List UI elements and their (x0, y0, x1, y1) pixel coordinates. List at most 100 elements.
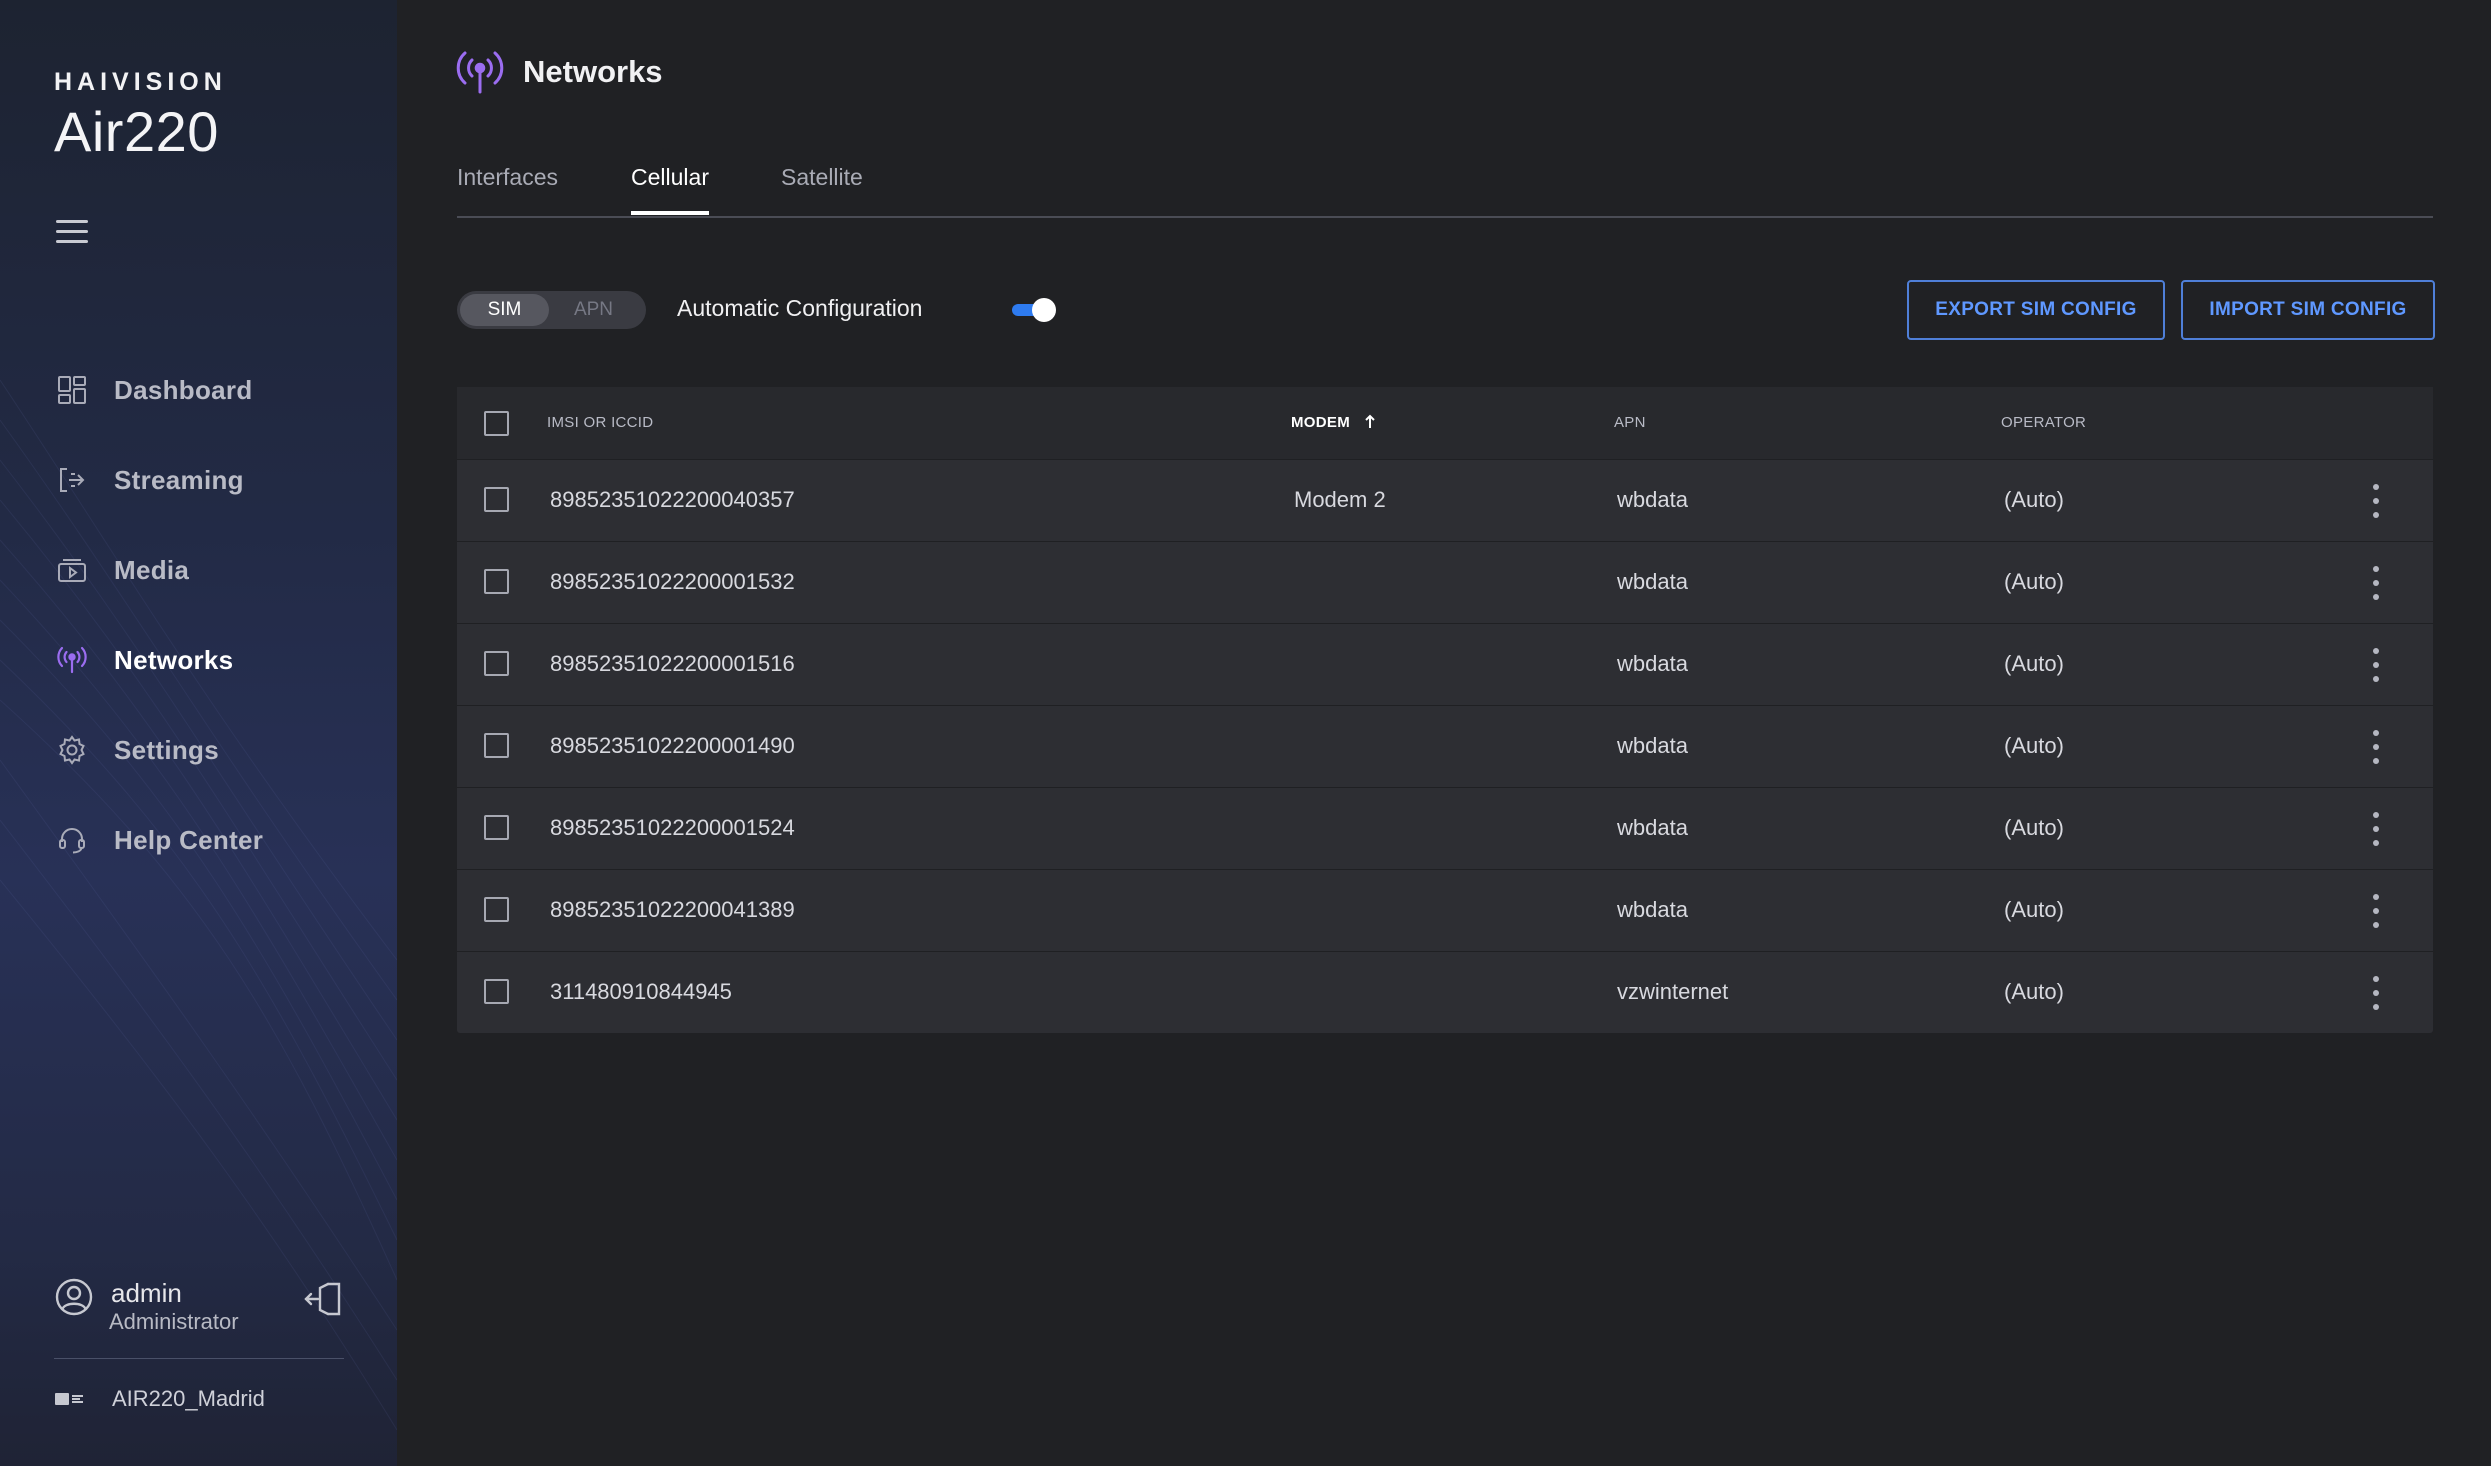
row-more-options-icon[interactable] (2362, 646, 2390, 684)
cell-operator: (Auto) (2004, 815, 2064, 840)
sim-apn-segmented-control: SIM APN (457, 291, 646, 329)
cell-apn: wbdata (1617, 569, 1688, 594)
row-more-options-icon[interactable] (2362, 974, 2390, 1012)
cell-apn: vzwinternet (1617, 979, 1729, 1004)
device-name: AIR220_Madrid (112, 1386, 265, 1411)
brand-company: HAIVISION (54, 68, 227, 96)
sidebar-item-streaming[interactable]: Streaming (0, 435, 397, 525)
row-more-options-icon[interactable] (2362, 892, 2390, 930)
segment-apn[interactable]: APN (549, 294, 638, 326)
cell-imsi: 89852351022200040357 (550, 487, 795, 512)
menu-toggle-icon[interactable] (56, 220, 88, 246)
settings-icon (56, 734, 88, 766)
user-profile: admin Administrator (54, 1275, 354, 1345)
cell-imsi: 311480910844945 (550, 979, 732, 1004)
cell-operator: (Auto) (2004, 979, 2064, 1004)
table-row[interactable]: 89852351022200001532 wbdata (Auto) (457, 542, 2433, 624)
cell-modem: Modem 2 (1294, 487, 1386, 512)
sidebar-item-label: Help Center (114, 824, 264, 855)
help-center-icon (56, 824, 88, 856)
cell-imsi: 89852351022200001516 (550, 651, 795, 676)
sidebar-item-dashboard[interactable]: Dashboard (0, 345, 397, 435)
cell-imsi: 89852351022200001490 (550, 733, 795, 758)
sidebar-item-label: Networks (114, 644, 234, 675)
sim-table: IMSI OR ICCID MODEM APN OPERATOR 8985235… (457, 387, 2433, 1033)
sidebar-item-label: Streaming (114, 464, 244, 495)
select-all-checkbox[interactable] (484, 411, 509, 436)
sidebar-divider (54, 1358, 344, 1359)
table-row[interactable]: 89852351022200040357 Modem 2 wbdata (Auto) (457, 460, 2433, 542)
sidebar-nav: Dashboard Streaming Media Networks Setti… (0, 345, 397, 885)
cell-apn: wbdata (1617, 815, 1688, 840)
row-checkbox[interactable] (484, 569, 509, 594)
cell-operator: (Auto) (2004, 897, 2064, 922)
dashboard-icon (56, 374, 88, 406)
cell-operator: (Auto) (2004, 733, 2064, 758)
column-header-apn[interactable]: APN (1614, 414, 1646, 431)
cell-apn: wbdata (1617, 897, 1688, 922)
row-more-options-icon[interactable] (2362, 482, 2390, 520)
toolbar: SIM APN Automatic Configuration EXPORT S… (457, 280, 2435, 340)
table-row[interactable]: 89852351022200001524 wbdata (Auto) (457, 788, 2433, 870)
cell-apn: wbdata (1617, 733, 1688, 758)
cell-operator: (Auto) (2004, 569, 2064, 594)
auto-config-toggle[interactable] (1012, 298, 1056, 322)
row-checkbox[interactable] (484, 487, 509, 512)
user-name: admin (111, 1278, 182, 1308)
sidebar-item-settings[interactable]: Settings (0, 705, 397, 795)
row-more-options-icon[interactable] (2362, 564, 2390, 602)
sidebar-item-media[interactable]: Media (0, 525, 397, 615)
column-header-imsi[interactable]: IMSI OR ICCID (547, 414, 653, 431)
row-checkbox[interactable] (484, 897, 509, 922)
segment-sim[interactable]: SIM (460, 294, 549, 326)
cell-imsi: 89852351022200041389 (550, 897, 795, 922)
logout-icon[interactable] (304, 1279, 344, 1319)
device-icon (54, 1389, 84, 1409)
column-header-operator[interactable]: OPERATOR (2001, 414, 2086, 431)
row-more-options-icon[interactable] (2362, 728, 2390, 766)
auto-config-label: Automatic Configuration (677, 295, 923, 321)
column-header-modem[interactable]: MODEM (1291, 414, 1376, 431)
sidebar: HAIVISION Air220 Dashboard Streaming Med… (0, 0, 397, 1466)
page-header: Networks (455, 48, 663, 96)
user-role: Administrator (109, 1309, 239, 1334)
brand-model: Air220 (54, 100, 219, 163)
row-checkbox[interactable] (484, 979, 509, 1004)
sidebar-item-label: Media (114, 554, 190, 585)
sort-ascending-icon (1365, 414, 1376, 428)
cell-operator: (Auto) (2004, 651, 2064, 676)
cell-apn: wbdata (1617, 651, 1688, 676)
sidebar-item-label: Dashboard (114, 374, 253, 405)
sidebar-item-help-center[interactable]: Help Center (0, 795, 397, 885)
row-checkbox[interactable] (484, 651, 509, 676)
export-sim-config-button[interactable]: EXPORT SIM CONFIG (1907, 280, 2165, 340)
cell-imsi: 89852351022200001524 (550, 815, 795, 840)
table-row[interactable]: 89852351022200041389 wbdata (Auto) (457, 870, 2433, 952)
tab-interfaces[interactable]: Interfaces (457, 164, 558, 215)
row-more-options-icon[interactable] (2362, 810, 2390, 848)
import-sim-config-button[interactable]: IMPORT SIM CONFIG (2181, 280, 2435, 340)
table-row[interactable]: 311480910844945 vzwinternet (Auto) (457, 952, 2433, 1033)
sidebar-item-label: Settings (114, 734, 219, 765)
row-checkbox[interactable] (484, 733, 509, 758)
sidebar-item-networks[interactable]: Networks (0, 615, 397, 705)
table-row[interactable]: 89852351022200001516 wbdata (Auto) (457, 624, 2433, 706)
brand-logo: HAIVISION Air220 (54, 68, 227, 164)
device-info: AIR220_Madrid (54, 1386, 265, 1412)
networks-icon (56, 644, 88, 676)
tab-bar: Interfaces Cellular Satellite (457, 152, 2433, 218)
cell-apn: wbdata (1617, 487, 1688, 512)
page-title: Networks (523, 54, 663, 89)
tab-satellite[interactable]: Satellite (781, 164, 863, 215)
table-header: IMSI OR ICCID MODEM APN OPERATOR (457, 387, 2433, 460)
networks-icon (455, 48, 505, 96)
cell-imsi: 89852351022200001532 (550, 569, 795, 594)
main-content: Networks Interfaces Cellular Satellite S… (397, 0, 2491, 1466)
table-body: 89852351022200040357 Modem 2 wbdata (Auto) 8… (457, 460, 2433, 1033)
cell-operator: (Auto) (2004, 487, 2064, 512)
table-row[interactable]: 89852351022200001490 wbdata (Auto) (457, 706, 2433, 788)
user-avatar-icon (54, 1277, 94, 1317)
row-checkbox[interactable] (484, 815, 509, 840)
media-icon (56, 554, 88, 586)
tab-cellular[interactable]: Cellular (631, 164, 709, 215)
